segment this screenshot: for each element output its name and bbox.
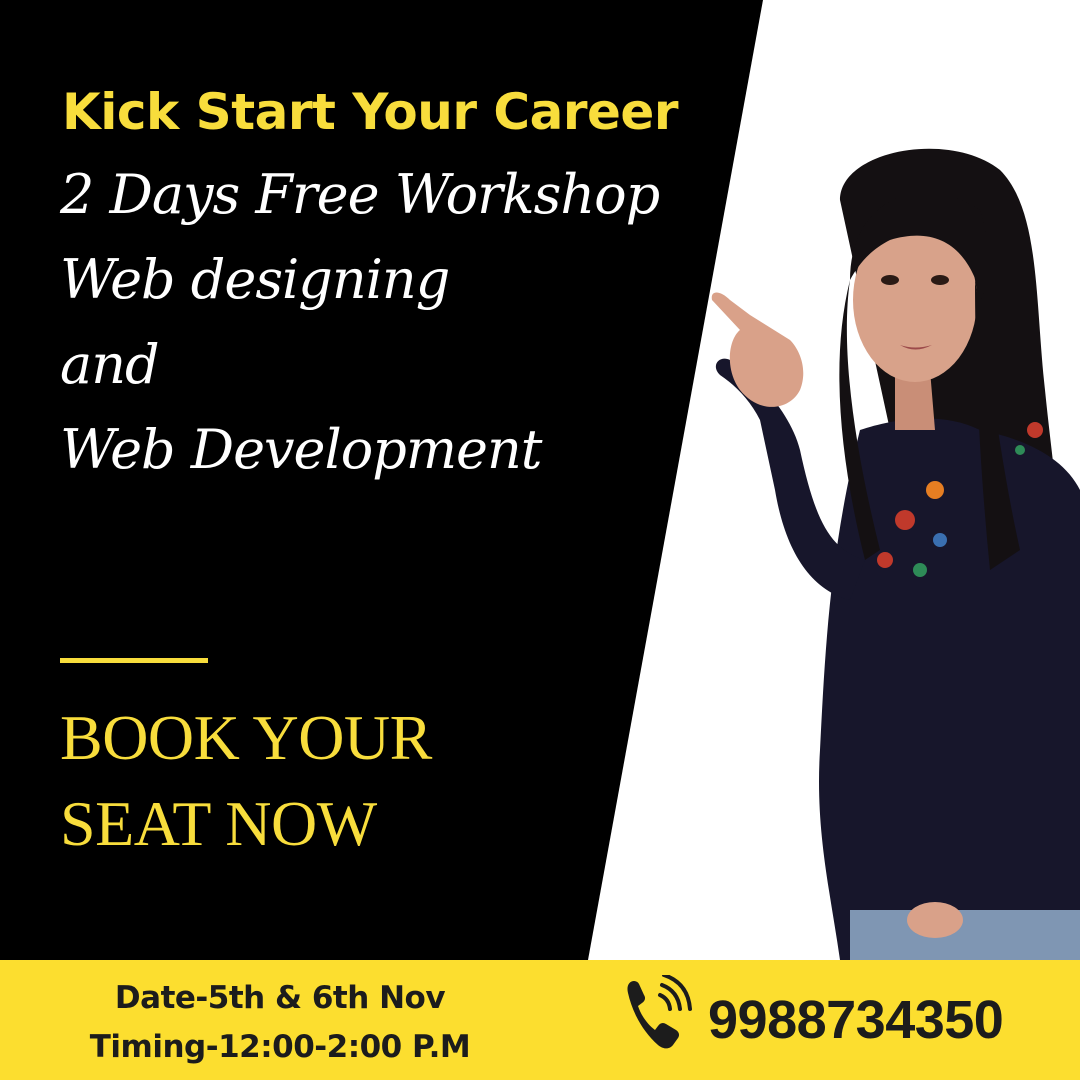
subline-web-development: Web Development — [60, 418, 542, 481]
headline: Kick Start Your Career — [62, 83, 679, 141]
date-text: Date-5th & 6th Nov — [114, 980, 446, 1016]
phone-number[interactable]: 9988734350 — [708, 985, 1004, 1055]
phone-icon[interactable] — [620, 975, 692, 1053]
subline-and: and — [60, 333, 160, 396]
cta-line-2: SEAT NOW — [60, 788, 377, 859]
cta-line-1: BOOK YOUR — [60, 702, 432, 773]
subline-workshop: 2 Days Free Workshop — [60, 163, 660, 226]
subline-web-designing: Web designing — [60, 248, 450, 311]
presenter-illustration — [711, 148, 1080, 960]
yellow-divider — [60, 658, 208, 663]
timing-text: Timing-12:00-2:00 P.M — [89, 1029, 471, 1065]
workshop-poster: Kick Start Your Career 2 Days Free Works… — [0, 0, 1080, 1080]
